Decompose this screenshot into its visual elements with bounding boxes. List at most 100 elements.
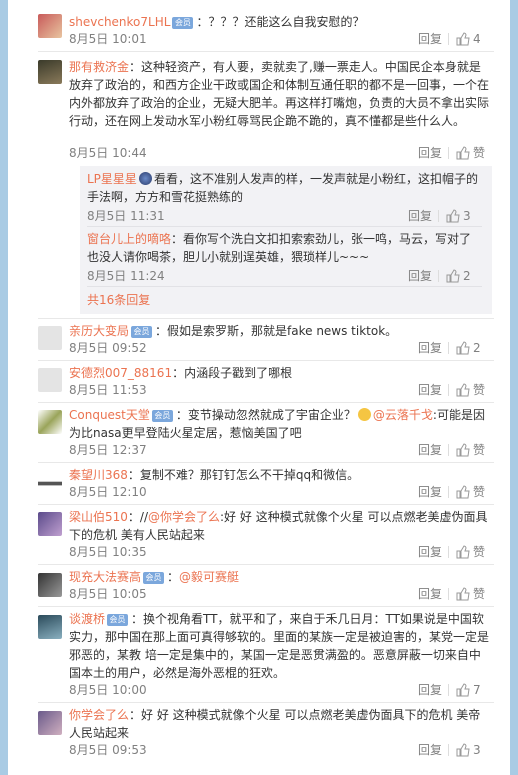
avatar[interactable] [38, 60, 62, 84]
avatar[interactable] [38, 573, 62, 597]
divider [38, 462, 494, 463]
divider [38, 318, 494, 319]
divider [38, 606, 494, 607]
divider [38, 360, 494, 361]
avatar[interactable] [38, 368, 62, 392]
comment-text: 秦望川368：复制不难？那钉钉怎么不干掉qq和微信。 [69, 466, 492, 484]
thumb-up-icon [446, 269, 460, 283]
username[interactable]: 谈渡桥 [69, 612, 105, 626]
comment-text: 谈渡桥 会员 ：换个视角看TT，就平和了，来自于禾几日月：TT如果说是中国软实力，那… [69, 610, 492, 682]
thumb-up-icon [456, 383, 470, 397]
timestamp: 8月5日 10:00 [69, 683, 147, 697]
comment-meta: 8月5日 10:00 回复 7 [69, 682, 492, 698]
reply-button[interactable]: 回复 [418, 484, 442, 500]
divider [38, 51, 494, 52]
timestamp: 8月5日 09:53 [69, 743, 147, 757]
comment-meta: 8月5日 10:35 回复 赞 [69, 544, 492, 560]
comment-content: ：内涵段子戳到了哪根 [172, 366, 293, 380]
avatar[interactable] [38, 326, 62, 350]
like-count: 2 [463, 269, 471, 283]
comment-text: shevchenko7LHL 会员 ：？？？还能这么自我安慰的？ [69, 13, 492, 31]
reply-button[interactable]: 回复 [418, 586, 442, 602]
timestamp: 8月5日 10:05 [69, 587, 147, 601]
thumb-up-icon [446, 209, 460, 223]
divider [448, 486, 449, 498]
thumb-up-icon [456, 443, 470, 457]
reply-button[interactable]: 回复 [408, 268, 432, 284]
like-count: 7 [473, 683, 481, 697]
username[interactable]: Conquest天堂 [69, 408, 150, 422]
emoji-icon [138, 172, 152, 185]
avatar[interactable] [38, 14, 62, 38]
sub-reply-box: LP星星星 看看，这不准别人发声的样，一发声就是小粉红，这扣帽子的手法啊，方方和雪… [80, 166, 492, 314]
timestamp: 8月5日 11:53 [69, 383, 147, 397]
username[interactable]: 现充大法赛高 [69, 570, 141, 584]
comment-text: 现充大法赛高 会员 ：@毅可赛艇 [69, 568, 492, 586]
like-count: 2 [473, 341, 481, 355]
thumb-up-icon [456, 545, 470, 559]
mention-link[interactable]: @你学会了么 [148, 510, 220, 524]
mention-link[interactable]: @毅可赛艇 [179, 570, 239, 584]
timestamp: 8月5日 12:10 [69, 485, 147, 499]
divider [438, 270, 439, 282]
more-replies-link[interactable]: 共16条回复 [87, 291, 150, 308]
username[interactable]: 亲历大变局 [69, 324, 129, 338]
timestamp: 8月5日 10:44 [69, 146, 147, 160]
reply-button[interactable]: 回复 [418, 742, 442, 758]
reply-button[interactable]: 回复 [418, 340, 442, 356]
comment-content: ：复制不难？那钉钉怎么不干掉qq和微信。 [127, 468, 360, 482]
like-count: 赞 [473, 383, 486, 397]
comment-text: 窗台儿上的嘀咯：看你写个洗白文扣扣索索劲儿，张一鸣，马云，写对了也没人请你喝茶，… [87, 230, 482, 266]
reply-button[interactable]: 回复 [418, 544, 442, 560]
comment-text: 亲历大变局 会员 ：假如是索罗斯，那就是fake news tiktok。 [69, 322, 492, 340]
comment-meta: 8月5日 12:37 回复 赞 [69, 442, 492, 458]
mention-link[interactable]: @云落千戈 [373, 408, 433, 422]
username[interactable]: 秦望川368 [69, 468, 128, 482]
comment-text: LP星星星 看看，这不准别人发声的样，一发声就是小粉红，这扣帽子的手法啊，方方和雪… [87, 170, 482, 206]
avatar[interactable] [38, 410, 62, 434]
reply-button[interactable]: 回复 [418, 382, 442, 398]
avatar[interactable] [38, 711, 62, 735]
comment-content: ：好 好 这种模式就像个火星 可以点燃老美虚伪面具下的危机 美帝人民站起来 [69, 708, 481, 740]
username[interactable]: 安德烈007_88161 [69, 366, 172, 380]
reply-button[interactable]: 回复 [408, 208, 432, 224]
username[interactable]: 你学会了么 [69, 708, 129, 722]
username[interactable]: 窗台儿上的嘀咯 [87, 232, 171, 246]
comment-content: ：// [127, 510, 148, 524]
username[interactable]: 梁山伯510 [69, 510, 128, 524]
like-count: 赞 [473, 545, 486, 559]
timestamp: 8月5日 11:24 [87, 269, 165, 283]
like-count: 赞 [473, 146, 486, 160]
comment-text: Conquest天堂 会员 ：变节操动忽然就成了宇宙企业？ @云落千戈:可能是因为比n… [69, 406, 492, 442]
vip-badge: 会员 [131, 326, 153, 338]
divider [38, 504, 494, 505]
username[interactable]: shevchenko7LHL [69, 15, 170, 29]
divider [87, 286, 482, 287]
thumb-up-icon [456, 32, 470, 46]
divider [448, 33, 449, 45]
comment-meta: 8月5日 09:53 回复 3 [69, 742, 492, 758]
avatar[interactable] [38, 512, 62, 536]
avatar[interactable] [38, 615, 62, 639]
comment-text: 那有救济金：这种轻资产，有人要，卖就卖了,赚一票走人。中国民企本身就是放弃了政治… [69, 58, 492, 130]
timestamp: 8月5日 10:35 [69, 545, 147, 559]
comment-content: ：换个视角看TT，就平和了，来自于禾几日月：TT如果说是中国软实力，那中国在那上… [69, 612, 490, 680]
thumb-up-icon [456, 341, 470, 355]
reply-button[interactable]: 回复 [418, 145, 442, 161]
reply-button[interactable]: 回复 [418, 442, 442, 458]
username[interactable]: 那有救济金 [69, 60, 129, 74]
comment-meta: 8月5日 10:44 回复 赞 [69, 145, 492, 161]
thumb-up-icon [456, 485, 470, 499]
avatar[interactable] [38, 472, 62, 496]
comment-text: 梁山伯510：//@你学会了么:好 好 这种模式就像个火星 可以点燃老美虚伪面具… [69, 508, 492, 544]
reply-button[interactable]: 回复 [418, 31, 442, 47]
like-count: 3 [463, 209, 471, 223]
thumb-up-icon [456, 146, 470, 160]
username[interactable]: LP星星星 [87, 172, 137, 186]
comment-text: 安德烈007_88161：内涵段子戳到了哪根 [69, 364, 492, 382]
comment-content: ：？？？还能这么自我安慰的？ [196, 15, 365, 29]
thumb-up-icon [456, 743, 470, 757]
reply-button[interactable]: 回复 [418, 682, 442, 698]
timestamp: 8月5日 09:52 [69, 341, 147, 355]
divider [38, 402, 494, 403]
